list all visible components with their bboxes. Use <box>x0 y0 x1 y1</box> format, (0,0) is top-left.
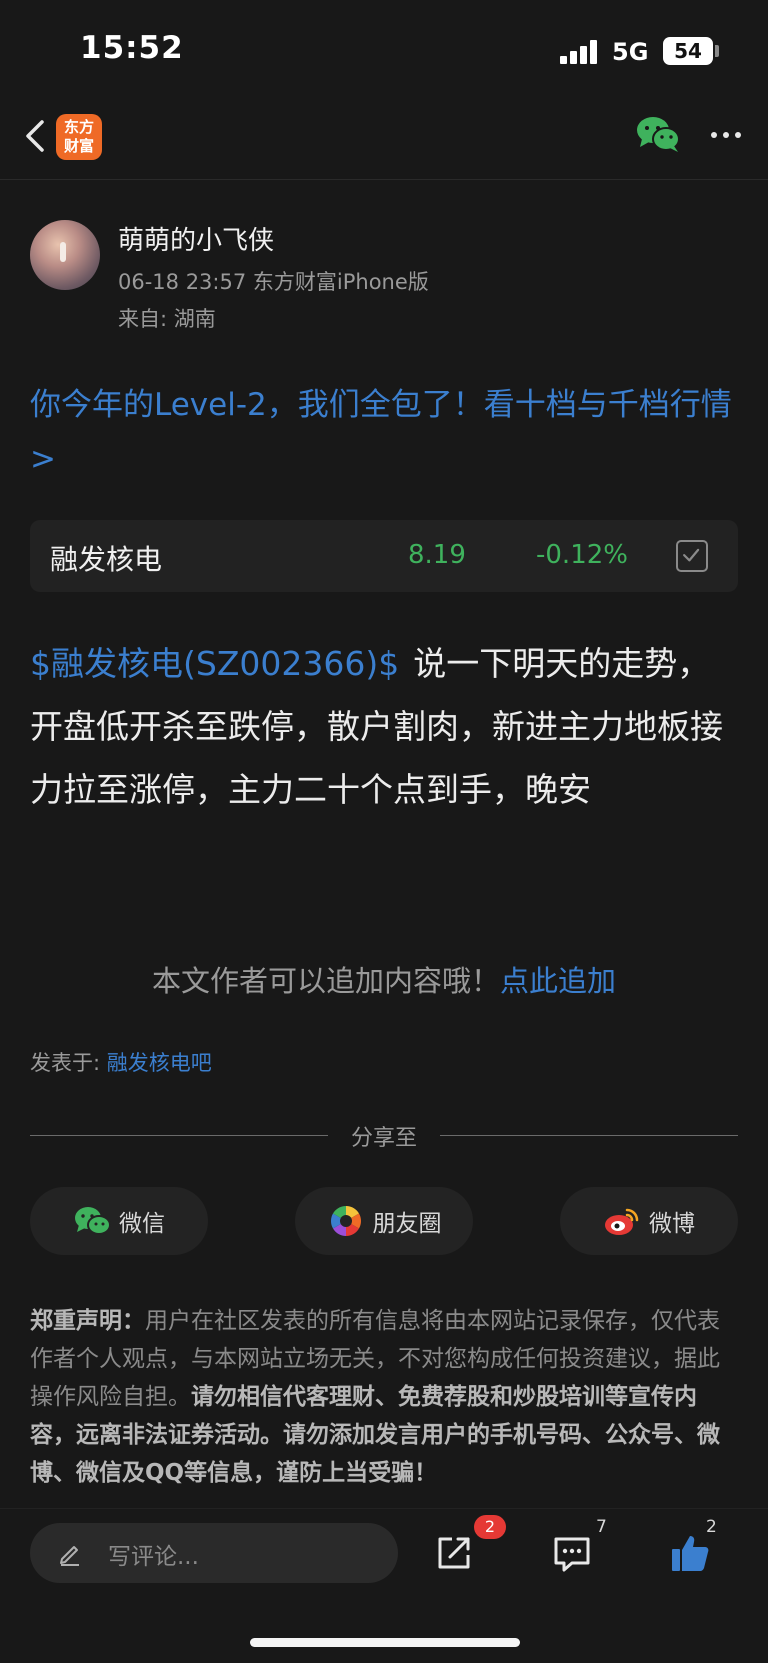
level2-promo-link[interactable]: 你今年的Level-2，我们全包了！看十档与千档行情> <box>30 378 740 486</box>
share-moments-label: 朋友圈 <box>372 1211 442 1237</box>
weibo-icon <box>605 1208 639 1235</box>
moments-icon <box>330 1206 361 1236</box>
comment-placeholder: 写评论... <box>108 1544 199 1570</box>
stock-quote-card[interactable]: 融发核电 8.19 -0.12% <box>30 520 738 592</box>
chevron-left-icon <box>26 120 44 152</box>
share-label: 分享至 <box>350 1126 417 1151</box>
append-link[interactable]: 点此追加 <box>500 964 616 998</box>
avatar[interactable] <box>30 220 100 290</box>
share-wechat-button[interactable]: 微信 <box>30 1187 208 1255</box>
disclaimer-title: 郑重声明： <box>30 1308 145 1334</box>
check-icon <box>683 548 700 562</box>
like-icon[interactable] <box>668 1531 712 1575</box>
stock-tag-link[interactable]: $融发核电(SZ002366)$ <box>30 644 399 683</box>
posted-in-label: 发表于: <box>30 1051 107 1075</box>
comment-icon[interactable] <box>550 1531 594 1575</box>
posted-in: 发表于: 融发核电吧 <box>30 1047 212 1077</box>
home-indicator <box>250 1638 520 1647</box>
wechat-icon <box>75 1207 111 1235</box>
more-button[interactable] <box>706 120 746 150</box>
share-weibo-label: 微博 <box>649 1211 695 1237</box>
share-count-badge: 2 <box>474 1515 506 1539</box>
battery-icon: 54 <box>663 37 713 65</box>
likes-count: 2 <box>706 1517 717 1537</box>
comment-input[interactable]: 写评论... <box>30 1523 398 1583</box>
stock-change: -0.12% <box>536 540 628 570</box>
pencil-icon <box>60 1546 79 1566</box>
wechat-share-button[interactable] <box>634 114 682 154</box>
append-content-row: 本文作者可以追加内容哦！点此追加 <box>0 958 768 1000</box>
share-wechat-label: 微信 <box>119 1211 165 1237</box>
logo-text-top: 东方 <box>63 118 94 136</box>
stock-name: 融发核电 <box>50 543 163 576</box>
status-time: 15:52 <box>80 30 184 66</box>
share-weibo-button[interactable]: 微博 <box>560 1187 738 1255</box>
share-icon[interactable] <box>432 1531 476 1575</box>
share-moments-button[interactable]: 朋友圈 <box>295 1187 473 1255</box>
comments-count: 7 <box>596 1517 607 1537</box>
navbar: 东方 财富 <box>0 100 768 180</box>
stock-price: 8.19 <box>408 540 466 570</box>
wechat-icon <box>637 117 680 152</box>
eastmoney-logo[interactable]: 东方 财富 <box>56 114 102 160</box>
logo-text-bottom: 财富 <box>63 137 94 155</box>
share-divider: 分享至 <box>30 1120 738 1151</box>
back-button[interactable] <box>14 114 58 158</box>
post-content: $融发核电(SZ002366)$ 说一下明天的走势，开盘低开杀至跌停，散户割肉，新… <box>30 632 742 821</box>
disclaimer: 郑重声明：用户在社区发表的所有信息将由本网站记录保存，仅代表作者个人观点，与本网… <box>30 1302 742 1498</box>
signal-icon <box>560 40 600 64</box>
post-meta: 06-18 23:57 东方财富iPhone版 <box>118 270 429 294</box>
author-name[interactable]: 萌萌的小飞侠 <box>118 220 274 257</box>
network-label: 5G <box>612 38 649 66</box>
stock-bar-link[interactable]: 融发核电吧 <box>107 1051 212 1075</box>
add-watchlist-checkbox[interactable] <box>676 540 708 572</box>
append-hint: 本文作者可以追加内容哦！ <box>151 964 500 998</box>
author-header: 萌萌的小飞侠 06-18 23:57 东方财富iPhone版 来自: 湖南 <box>30 220 730 335</box>
author-location: 来自: 湖南 <box>118 307 216 331</box>
battery-tip <box>715 45 719 57</box>
more-dots-icon <box>711 132 741 138</box>
status-bar: 15:52 5G 54 <box>0 0 768 100</box>
